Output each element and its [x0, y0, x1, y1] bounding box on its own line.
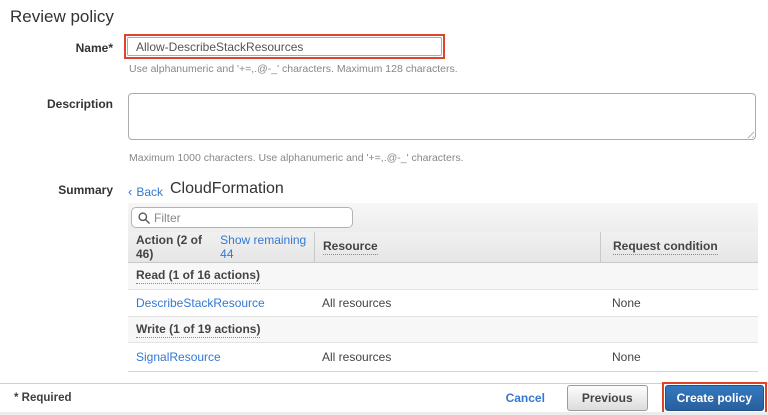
column-header-request-condition: Request condition — [600, 232, 758, 262]
filter-input[interactable] — [154, 211, 334, 225]
table-toolbar — [128, 203, 758, 232]
create-policy-button[interactable]: Create policy — [665, 385, 764, 411]
cancel-link[interactable]: Cancel — [506, 391, 545, 405]
action-link-describe-stack-resource[interactable]: DescribeStackResource — [136, 296, 265, 310]
filter-search-box[interactable] — [131, 207, 353, 228]
policy-name-input[interactable] — [127, 37, 442, 56]
chevron-left-icon: ‹ — [128, 184, 132, 199]
back-link-label: Back — [136, 185, 163, 199]
resource-column-label[interactable]: Resource — [323, 239, 378, 255]
page-title: Review policy — [10, 7, 114, 27]
request-condition-value: None — [612, 350, 641, 364]
name-helper-text: Use alphanumeric and '+=,.@-_' character… — [129, 63, 458, 75]
action-link-signal-resource[interactable]: SignalResource — [136, 350, 221, 364]
action-column-label: Action (2 of 46) — [136, 233, 215, 261]
request-condition-column-label[interactable]: Request condition — [613, 239, 718, 255]
table-row: SignalResource All resources None — [128, 343, 758, 372]
request-condition-value: None — [612, 296, 641, 310]
resource-value: All resources — [322, 350, 391, 364]
read-section-label[interactable]: Read (1 of 16 actions) — [136, 268, 260, 284]
create-policy-highlight: Create policy — [662, 382, 767, 414]
write-section-label[interactable]: Write (1 of 19 actions) — [136, 322, 260, 338]
back-link[interactable]: ‹ Back — [128, 184, 163, 199]
table-row: DescribeStackResource All resources None — [128, 290, 758, 317]
search-icon — [138, 212, 150, 224]
table-section-read: Read (1 of 16 actions) — [128, 263, 758, 290]
resource-value: All resources — [322, 296, 391, 310]
previous-button[interactable]: Previous — [567, 385, 648, 411]
summary-label: Summary — [0, 183, 113, 197]
show-remaining-link[interactable]: Show remaining 44 — [220, 233, 314, 261]
required-note: * Required — [14, 392, 72, 404]
review-policy-page: Review policy Name* Use alphanumeric and… — [0, 0, 768, 415]
table-header-row: Action (2 of 46) Show remaining 44 Resou… — [128, 232, 758, 263]
column-header-resource: Resource — [314, 232, 600, 262]
name-label: Name* — [0, 41, 113, 55]
description-field-wrap — [128, 93, 756, 140]
footer-action-bar: * Required Cancel Previous Create policy — [0, 383, 768, 412]
service-heading: CloudFormation — [170, 180, 284, 198]
description-label: Description — [0, 97, 113, 111]
description-textarea[interactable] — [128, 93, 756, 140]
column-header-action: Action (2 of 46) Show remaining 44 — [128, 232, 314, 262]
summary-table-panel: Action (2 of 46) Show remaining 44 Resou… — [128, 203, 758, 372]
table-section-write: Write (1 of 19 actions) — [128, 317, 758, 343]
description-helper-text: Maximum 1000 characters. Use alphanumeri… — [129, 152, 463, 164]
footer-actions: Cancel Previous Create policy — [506, 382, 768, 414]
name-field-highlight — [124, 34, 445, 59]
